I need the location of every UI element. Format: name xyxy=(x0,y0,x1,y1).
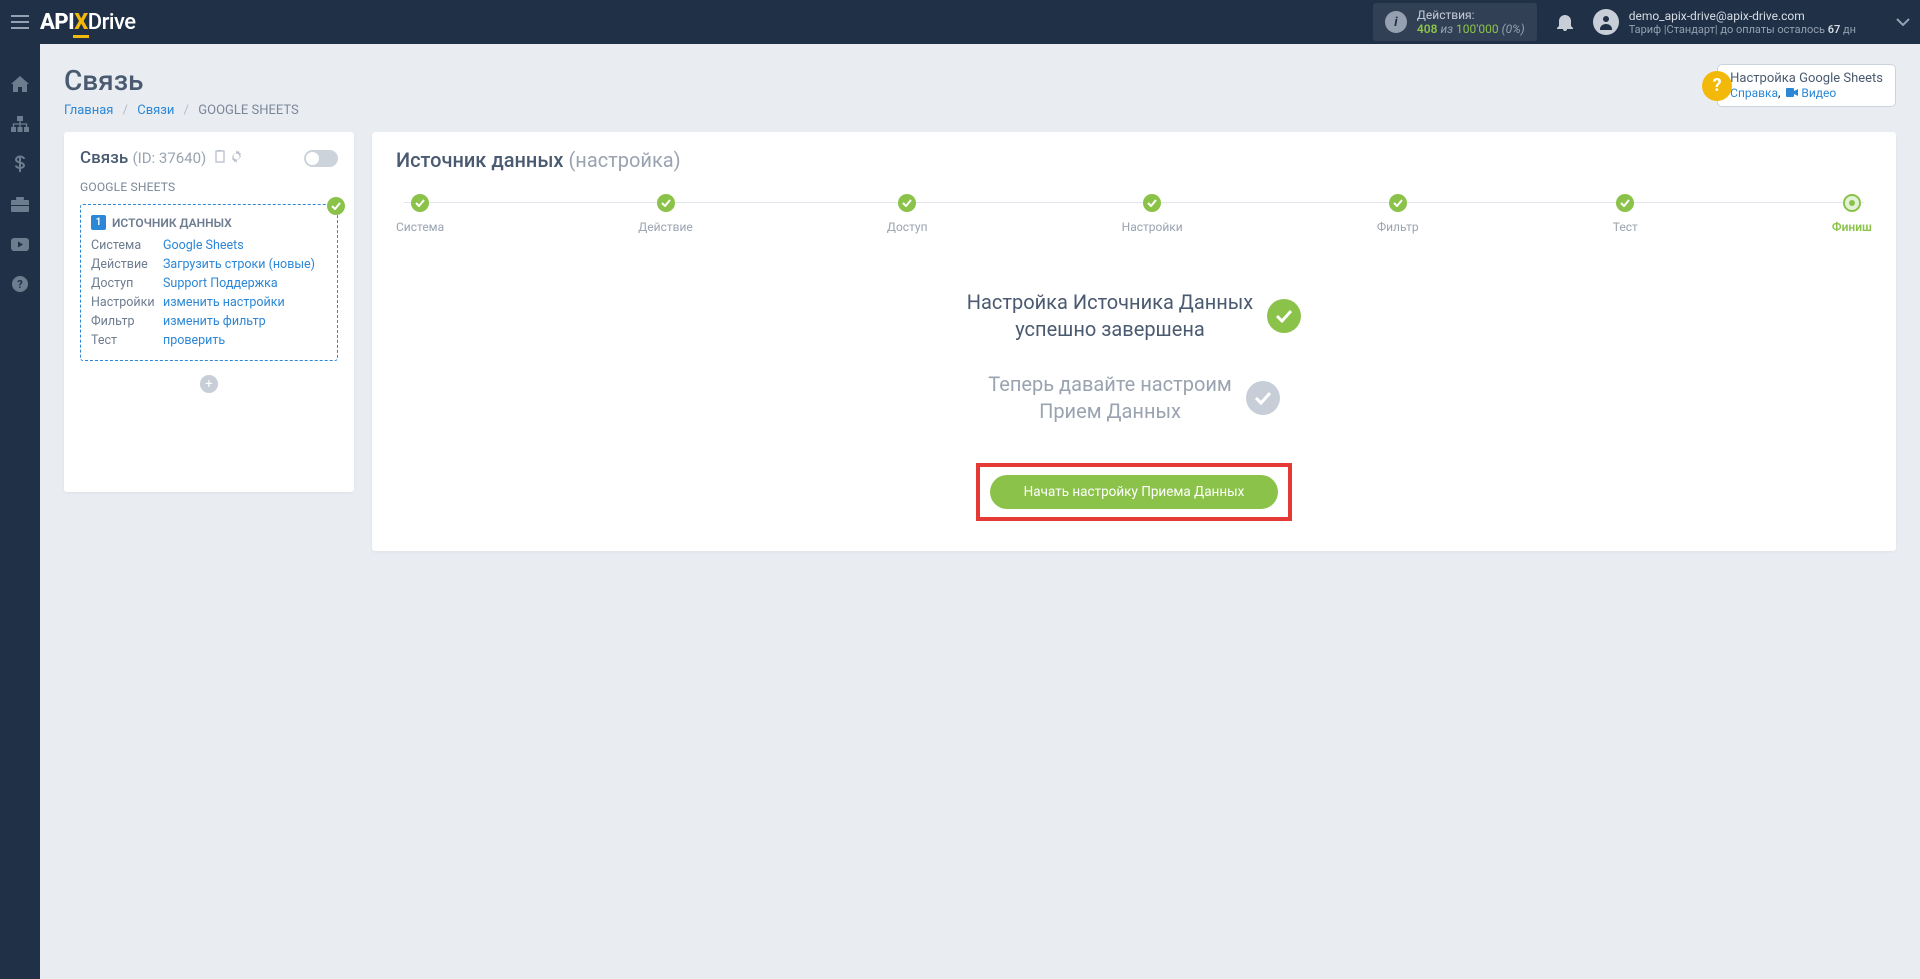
topbar: APIXDrive i Действия: 408 из 100'000 (0%… xyxy=(0,0,1920,44)
step-filter[interactable]: Фильтр xyxy=(1377,194,1419,234)
home-icon[interactable] xyxy=(10,74,30,94)
user-menu[interactable]: demo_apix-drive@apix-drive.com Тариф |Ст… xyxy=(1593,9,1856,36)
block-index: 1 xyxy=(91,215,106,230)
actions-counter[interactable]: i Действия: 408 из 100'000 (0%) xyxy=(1373,3,1537,41)
step-finish[interactable]: Финиш xyxy=(1832,194,1872,234)
conn-id: (ID: 37640) xyxy=(132,149,206,167)
video-icon xyxy=(1786,86,1801,100)
kv-val-system[interactable]: Google Sheets xyxy=(163,238,327,253)
actions-total: 100'000 xyxy=(1456,22,1499,36)
page-title: Связь xyxy=(64,64,299,97)
actions-count: 408 xyxy=(1417,22,1438,36)
chevron-down-icon[interactable] xyxy=(1896,18,1910,26)
user-email: demo_apix-drive@apix-drive.com xyxy=(1629,9,1856,23)
plan-info: Тариф |Стандарт| до оплаты осталось 67 д… xyxy=(1629,23,1856,36)
bell-icon[interactable] xyxy=(1557,13,1573,31)
help-link[interactable]: Справка xyxy=(1730,86,1778,100)
kv-key: Фильтр xyxy=(91,314,163,329)
crumb-home[interactable]: Главная xyxy=(64,103,113,118)
conn-subtitle: GOOGLE SHEETS xyxy=(80,180,338,194)
breadcrumb: Главная / Связи / GOOGLE SHEETS xyxy=(64,103,299,118)
dollar-icon[interactable] xyxy=(10,154,30,174)
hamburger-icon[interactable] xyxy=(0,15,40,29)
video-link[interactable]: Видео xyxy=(1801,86,1836,100)
actions-label: Действия: xyxy=(1417,8,1525,22)
kv-val-filter[interactable]: изменить фильтр xyxy=(163,314,327,329)
actions-pct: (0%) xyxy=(1502,22,1525,36)
sitemap-icon[interactable] xyxy=(10,114,30,134)
check-icon xyxy=(1246,381,1280,415)
add-block-button[interactable]: + xyxy=(200,375,218,393)
kv-key: Действие xyxy=(91,257,163,272)
avatar-icon xyxy=(1593,9,1619,35)
content: Связь Главная / Связи / GOOGLE SHEETS ? … xyxy=(40,44,1920,979)
info-icon: i xyxy=(1385,11,1407,33)
crumb-links[interactable]: Связи xyxy=(137,103,174,118)
start-receive-button[interactable]: Начать настройку Приема Данных xyxy=(990,475,1279,509)
block-title: ИСТОЧНИК ДАННЫХ xyxy=(112,216,232,230)
cta-highlight: Начать настройку Приема Данных xyxy=(976,463,1293,521)
kv-key: Доступ xyxy=(91,276,163,291)
source-block: 1 ИСТОЧНИК ДАННЫХ СистемаGoogle Sheets Д… xyxy=(80,204,338,361)
kv-key: Настройки xyxy=(91,295,163,310)
help-box: ? Настройка Google Sheets Справка, Видео xyxy=(1717,64,1896,107)
actions-of: из xyxy=(1440,22,1453,36)
step-test[interactable]: Тест xyxy=(1613,194,1638,234)
conn-title: Связь xyxy=(80,148,128,168)
kv-key: Система xyxy=(91,238,163,253)
step-system[interactable]: Система xyxy=(396,194,444,234)
help-icon[interactable]: ? xyxy=(10,274,30,294)
kv-val-settings[interactable]: изменить настройки xyxy=(163,295,327,310)
kv-val-test[interactable]: проверить xyxy=(163,333,327,348)
logo[interactable]: APIXDrive xyxy=(40,10,136,35)
status-success: Настройка Источника Данных успешно завер… xyxy=(967,289,1301,343)
step-action[interactable]: Действие xyxy=(638,194,693,234)
connection-card: Связь (ID: 37640) GOOGLE SHEETS xyxy=(64,132,354,492)
main-title: Источник данных (настройка) xyxy=(396,148,1872,172)
kv-val-action[interactable]: Загрузить строки (новые) xyxy=(163,257,327,272)
status-next: Теперь давайте настроим Прием Данных xyxy=(988,371,1280,425)
helpbox-title: Настройка Google Sheets xyxy=(1730,71,1883,86)
help-circle-icon[interactable]: ? xyxy=(1702,71,1732,101)
kv-key: Тест xyxy=(91,333,163,348)
check-icon xyxy=(327,197,345,215)
step-bar: Система Действие Доступ Настройки Фильтр… xyxy=(396,194,1872,234)
copy-icon[interactable] xyxy=(215,150,226,167)
step-access[interactable]: Доступ xyxy=(887,194,928,234)
briefcase-icon[interactable] xyxy=(10,194,30,214)
check-icon xyxy=(1267,299,1301,333)
crumb-current: GOOGLE SHEETS xyxy=(198,103,298,118)
enable-toggle[interactable] xyxy=(304,150,338,167)
main-card: Источник данных (настройка) Система Дейс… xyxy=(372,132,1896,551)
svg-text:?: ? xyxy=(17,278,23,291)
sidebar: ? xyxy=(0,44,40,979)
step-settings[interactable]: Настройки xyxy=(1122,194,1183,234)
gear-icon[interactable] xyxy=(230,150,243,167)
kv-val-access[interactable]: Support Поддержка xyxy=(163,276,327,291)
youtube-icon[interactable] xyxy=(10,234,30,254)
